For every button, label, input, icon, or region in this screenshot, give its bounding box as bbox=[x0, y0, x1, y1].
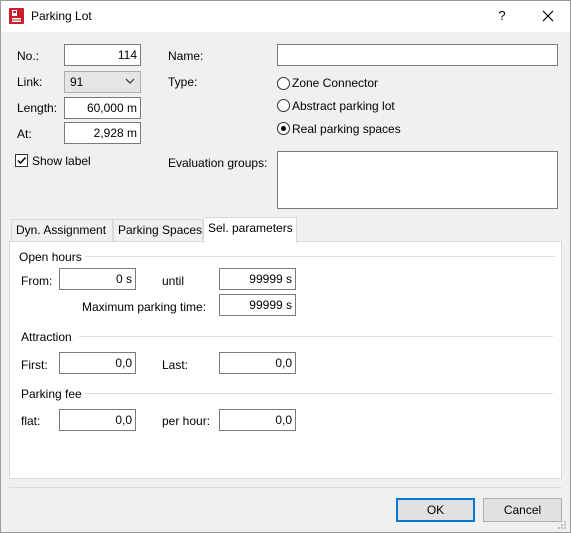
name-label: Name: bbox=[168, 49, 204, 63]
tab-parking-spaces[interactable]: Parking Spaces bbox=[113, 219, 203, 241]
window-title: Parking Lot bbox=[31, 9, 92, 23]
last-label: Last: bbox=[162, 358, 189, 372]
cancel-button[interactable]: Cancel bbox=[483, 498, 562, 522]
chevron-down-icon bbox=[125, 75, 135, 87]
tab-dyn-assignment[interactable]: Dyn. Assignment bbox=[11, 219, 113, 241]
no-field[interactable]: 114 bbox=[64, 44, 141, 66]
until-label: until bbox=[162, 274, 185, 288]
open-hours-title: Open hours bbox=[19, 250, 82, 264]
radio-zone-connector[interactable] bbox=[277, 77, 290, 90]
first-label: First: bbox=[21, 358, 48, 372]
first-field[interactable]: 0,0 bbox=[59, 352, 136, 374]
flat-field[interactable]: 0,0 bbox=[59, 409, 136, 431]
link-label: Link: bbox=[17, 75, 43, 89]
max-parking-time-field[interactable]: 99999 s bbox=[219, 294, 296, 316]
radio-real-parking-spaces-label: Real parking spaces bbox=[292, 122, 401, 136]
length-field[interactable]: 60,000 m bbox=[64, 97, 141, 119]
at-field[interactable]: 2,928 m bbox=[64, 122, 141, 144]
close-button[interactable] bbox=[533, 5, 563, 27]
from-field[interactable]: 0 s bbox=[59, 268, 136, 290]
radio-abstract-parking-lot-label: Abstract parking lot bbox=[292, 99, 395, 113]
parking-lot-app-icon bbox=[9, 8, 24, 24]
open-hours-divider bbox=[85, 256, 555, 257]
show-label-text: Show label bbox=[32, 154, 91, 168]
length-label: Length: bbox=[17, 101, 58, 115]
radio-real-parking-spaces[interactable] bbox=[277, 122, 290, 135]
from-label: From: bbox=[21, 274, 53, 288]
evaluation-groups-label: Evaluation groups: bbox=[168, 156, 268, 170]
attraction-divider bbox=[79, 336, 553, 337]
help-button[interactable]: ? bbox=[487, 5, 517, 27]
parking-fee-divider bbox=[85, 393, 553, 394]
link-select[interactable]: 91 bbox=[64, 71, 141, 93]
radio-selected-dot bbox=[281, 126, 286, 131]
link-select-value: 91 bbox=[70, 75, 84, 89]
per-hour-label: per hour: bbox=[162, 414, 211, 428]
parking-lot-dialog: Parking Lot ? No.: 114 Link: 91 Length: … bbox=[0, 0, 571, 533]
title-bar: Parking Lot ? bbox=[1, 1, 570, 32]
evaluation-groups-list[interactable] bbox=[277, 151, 558, 209]
at-label: At: bbox=[17, 127, 32, 141]
attraction-title: Attraction bbox=[21, 330, 72, 344]
resize-grip-icon[interactable] bbox=[557, 519, 567, 529]
radio-zone-connector-label: Zone Connector bbox=[292, 76, 379, 90]
last-field[interactable]: 0,0 bbox=[219, 352, 296, 374]
footer-divider bbox=[9, 487, 562, 488]
checkmark-icon bbox=[17, 156, 27, 165]
until-field[interactable]: 99999 s bbox=[219, 268, 296, 290]
type-label: Type: bbox=[168, 75, 198, 89]
ok-button[interactable]: OK bbox=[396, 498, 475, 522]
show-label-checkbox[interactable] bbox=[15, 154, 28, 167]
parking-fee-title: Parking fee bbox=[21, 387, 82, 401]
flat-label: flat: bbox=[21, 414, 41, 428]
tab-sel-parameters[interactable]: Sel. parameters bbox=[203, 217, 297, 243]
name-field[interactable] bbox=[277, 44, 558, 66]
no-label: No.: bbox=[17, 49, 40, 63]
per-hour-field[interactable]: 0,0 bbox=[219, 409, 296, 431]
close-icon bbox=[542, 10, 554, 22]
max-parking-time-label: Maximum parking time: bbox=[82, 300, 207, 314]
radio-abstract-parking-lot[interactable] bbox=[277, 99, 290, 112]
